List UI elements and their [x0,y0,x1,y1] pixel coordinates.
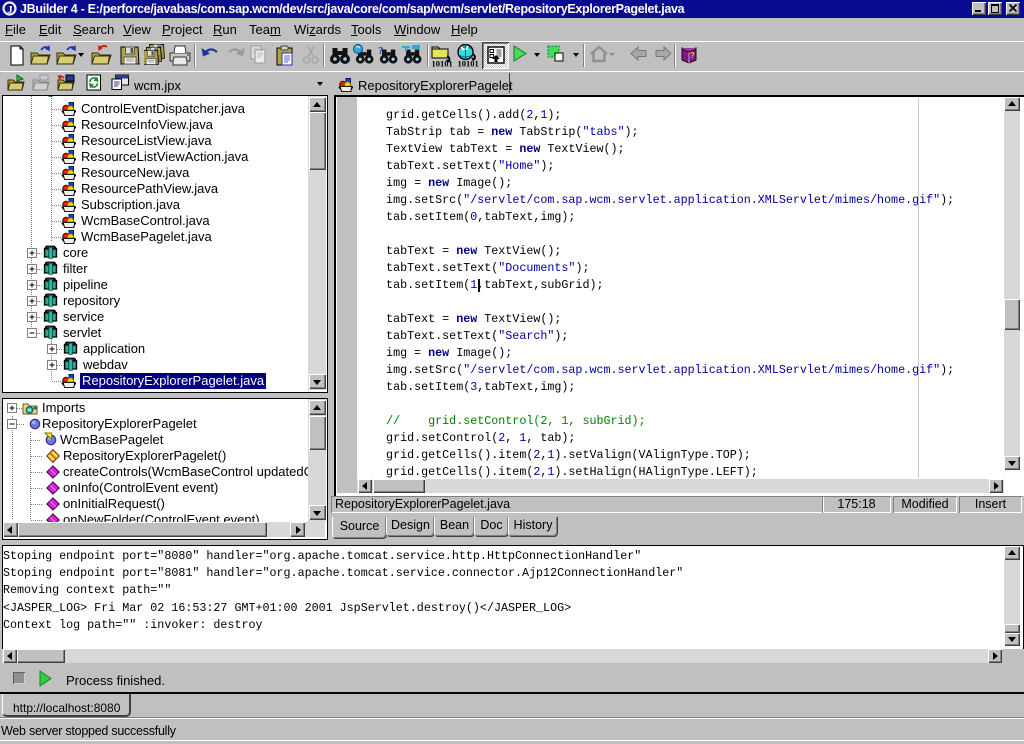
svg-text:J: J [7,4,13,16]
svg-text:?: ? [690,51,695,60]
svg-text:10101: 10101 [458,59,479,69]
svg-text:?: ? [378,45,384,57]
